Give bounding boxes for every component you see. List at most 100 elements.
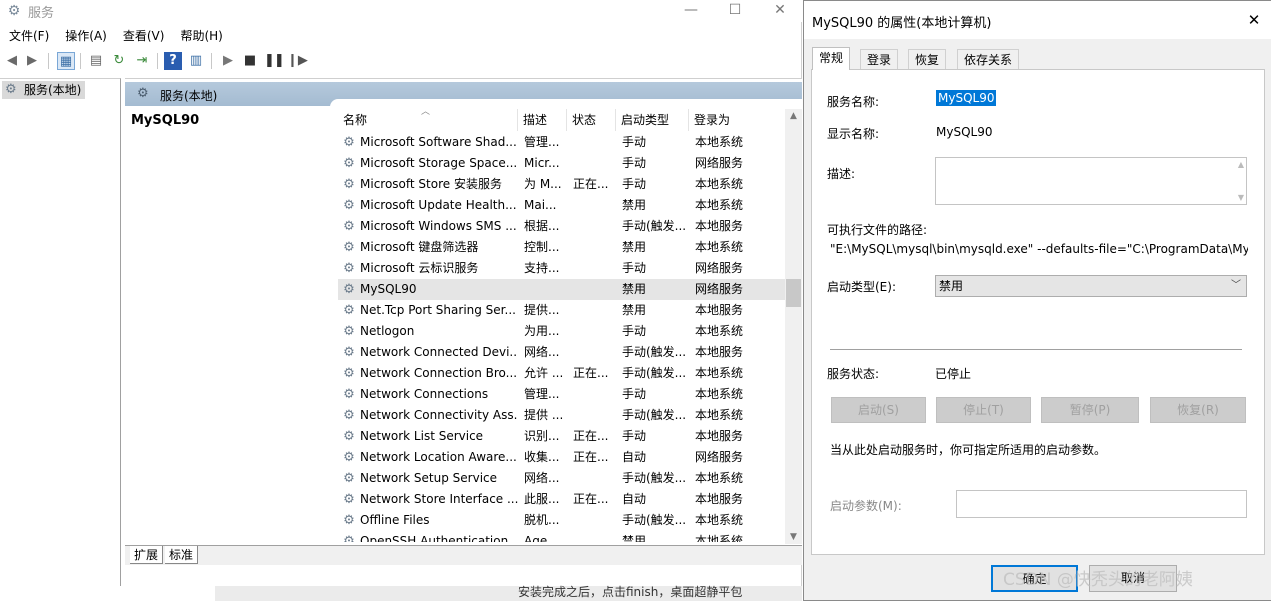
column-log-on-as[interactable]: 登录为 — [689, 109, 759, 131]
export-list-icon[interactable]: ⇥ — [133, 52, 151, 70]
service-name-cell: Microsoft Update Health... — [360, 198, 517, 212]
table-row[interactable]: ⚙ Network Setup Service 网络... 手动(触发... 本地系统 — [338, 468, 788, 489]
table-row[interactable]: ⚙ Offline Files 脱机... 手动(触发... 本地系统 — [338, 510, 788, 531]
table-row[interactable]: ⚙ Network Connectivity Ass... 提供 ... 手动(触发.… — [338, 405, 788, 426]
service-startup-type-cell: 自动 — [622, 492, 647, 506]
service-startup-type-cell: 禁用 — [622, 534, 647, 542]
service-log-on-cell: 本地服务 — [695, 429, 744, 443]
table-row[interactable]: ⚙ Netlogon 为用... 手动 本地系统 — [338, 321, 788, 342]
table-row[interactable]: ⚙ Microsoft Storage Space... Micr... 手动 网络服务 — [338, 153, 788, 174]
service-description-cell: 为用... — [524, 324, 560, 338]
display-name-value[interactable]: MySQL90 — [936, 125, 992, 139]
service-description-cell: Micr... — [524, 156, 560, 170]
tree-item-services-local[interactable]: ⚙ 服务(本地) — [2, 81, 86, 99]
tab-dependencies[interactable]: 依存关系 — [957, 49, 1020, 69]
service-log-on-cell: 本地系统 — [695, 177, 744, 191]
table-row[interactable]: ⚙ Network Connected Devi... 网络... 手动(触发... 本… — [338, 342, 788, 363]
column-description[interactable]: 描述 — [518, 109, 567, 131]
vertical-scrollbar[interactable]: ▲ ▼ — [785, 109, 802, 544]
services-app-icon: ⚙ — [7, 3, 21, 19]
table-row[interactable]: ⚙ Microsoft Windows SMS ... 根据... 手动(触发... 本… — [338, 216, 788, 237]
service-gear-icon: ⚙ — [343, 177, 355, 192]
startup-type-select[interactable]: 禁用 ﹀ — [935, 275, 1247, 297]
close-button[interactable]: ✕ — [757, 0, 803, 22]
service-name-cell: Network List Service — [360, 429, 484, 443]
menu-help[interactable]: 帮助(H) — [171, 26, 229, 46]
table-row[interactable]: ⚙ Network Connections 管理... 手动 本地系统 — [338, 384, 788, 405]
toolbar-separator — [211, 53, 212, 69]
services-gear-icon: ⚙ — [137, 86, 149, 101]
service-startup-type-cell: 自动 — [622, 450, 647, 464]
service-log-on-cell: 本地服务 — [695, 492, 744, 506]
table-row[interactable]: ⚙ Network List Service 识别... 正在... 手动 本地服务 — [338, 426, 788, 447]
back-arrow-icon[interactable]: ◀ — [3, 52, 21, 70]
console-tree-icon[interactable]: ▦ — [57, 52, 75, 70]
forward-arrow-icon[interactable]: ▶ — [23, 52, 41, 70]
resume-service-icon[interactable]: ❙▶ — [287, 52, 308, 70]
table-row[interactable]: ⚙ MySQL90 禁用 网络服务 — [338, 279, 788, 300]
table-row[interactable]: ⚙ Net.Tcp Port Sharing Ser... 提供... 禁用 本地服务 — [338, 300, 788, 321]
scroll-up-icon[interactable]: ▲ — [785, 111, 802, 121]
table-row[interactable]: ⚙ Microsoft 云标识服务 支持... 手动 网络服务 — [338, 258, 788, 279]
service-name-cell: Network Connections — [360, 387, 489, 401]
service-gear-icon: ⚙ — [343, 492, 355, 507]
table-row[interactable]: ⚙ Microsoft Update Health... Mai... 禁用 本地系统 — [338, 195, 788, 216]
table-row[interactable]: ⚙ Network Location Aware... 收集... 正在... 自动 网络… — [338, 447, 788, 468]
display-name-label: 显示名称: — [827, 127, 880, 141]
service-name-value[interactable]: MySQL90 — [936, 90, 997, 106]
menu-action[interactable]: 操作(A) — [56, 26, 114, 46]
table-row[interactable]: ⚙ Network Connection Bro... 允许 ... 正在... 手动(… — [338, 363, 788, 384]
scroll-thumb[interactable] — [786, 279, 801, 307]
service-startup-type-cell: 手动 — [622, 387, 647, 401]
scroll-down-icon[interactable]: ▼ — [785, 532, 802, 542]
column-startup-type[interactable]: 启动类型 — [616, 109, 689, 131]
service-startup-type-cell: 手动 — [622, 324, 647, 338]
tab-recovery[interactable]: 恢复 — [908, 49, 947, 69]
dialog-title: MySQL90 的属性(本地计算机) — [812, 16, 992, 31]
table-row[interactable]: ⚙ OpenSSH Authentication ... Age... 禁用 本地系统 — [338, 531, 788, 542]
scroll-up-icon[interactable]: ▲ — [1238, 160, 1244, 169]
refresh-icon[interactable]: ↻ — [110, 52, 128, 70]
minimize-button[interactable]: — — [668, 0, 714, 22]
service-status-cell: 正在... — [573, 429, 609, 443]
stop-service-icon[interactable]: ■ — [241, 52, 259, 70]
table-row[interactable]: ⚙ Microsoft Store 安装服务 为 M... 正在... 手动 本地系统 — [338, 174, 788, 195]
scroll-down-icon[interactable]: ▼ — [1238, 193, 1244, 202]
start-parameters-input[interactable] — [956, 490, 1247, 518]
menu-file[interactable]: 文件(F) — [0, 26, 56, 46]
services-window: ⚙ 服务 — ☐ ✕ 文件(F) 操作(A) 查看(V) 帮助(H) ◀ ▶ ▦ ▤ … — [0, 0, 802, 586]
chevron-down-icon: ﹀ — [1231, 280, 1241, 291]
column-name[interactable]: 名称 — [338, 109, 518, 131]
help-icon[interactable]: ? — [164, 52, 182, 70]
tab-standard[interactable]: 标准 — [165, 546, 199, 564]
tab-log-on[interactable]: 登录 — [860, 49, 899, 69]
resume-button[interactable]: 恢复(R) — [1150, 397, 1246, 423]
start-parameters-label: 启动参数(M): — [830, 499, 902, 513]
services-panel: ⚙ 服务(本地) MySQL90 ︿ 名称 描述 状态 启动类型 登录为 ⚙ Mi… — [125, 78, 802, 545]
service-gear-icon: ⚙ — [343, 387, 355, 402]
service-gear-icon: ⚙ — [343, 513, 355, 528]
background-document: 安装完成之后，点击finish，桌面超静平包 — [0, 585, 802, 601]
service-gear-icon: ⚙ — [343, 450, 355, 465]
service-status-cell: 正在... — [573, 366, 609, 380]
column-status[interactable]: 状态 — [567, 109, 616, 131]
pause-button[interactable]: 暂停(P) — [1041, 397, 1139, 423]
service-description-cell: 为 M... — [524, 177, 562, 191]
properties-icon[interactable]: ▤ — [87, 52, 105, 70]
start-service-icon[interactable]: ▶ — [219, 52, 237, 70]
stop-button[interactable]: 停止(T) — [936, 397, 1031, 423]
action-pane-icon[interactable]: ▥ — [187, 52, 205, 70]
tab-extended[interactable]: 扩展 — [130, 546, 164, 564]
table-row[interactable]: ⚙ Network Store Interface ... 此服... 正在... 自动… — [338, 489, 788, 510]
description-box[interactable]: ▲ ▼ — [935, 157, 1247, 205]
services-list: ⚙ Microsoft Software Shad... 管理... 手动 本地系统 ⚙ M… — [338, 132, 788, 542]
menu-view[interactable]: 查看(V) — [114, 26, 172, 46]
pause-service-icon[interactable]: ❚❚ — [264, 52, 285, 70]
dialog-close-button[interactable]: ✕ — [1244, 10, 1264, 30]
service-status-value: 已停止 — [935, 367, 972, 381]
table-row[interactable]: ⚙ Microsoft Software Shad... 管理... 手动 本地系统 — [338, 132, 788, 153]
tab-general[interactable]: 常规 — [812, 47, 851, 70]
table-row[interactable]: ⚙ Microsoft 键盘筛选器 控制... 禁用 本地系统 — [338, 237, 788, 258]
maximize-button[interactable]: ☐ — [712, 0, 758, 22]
start-button[interactable]: 启动(S) — [831, 397, 926, 423]
